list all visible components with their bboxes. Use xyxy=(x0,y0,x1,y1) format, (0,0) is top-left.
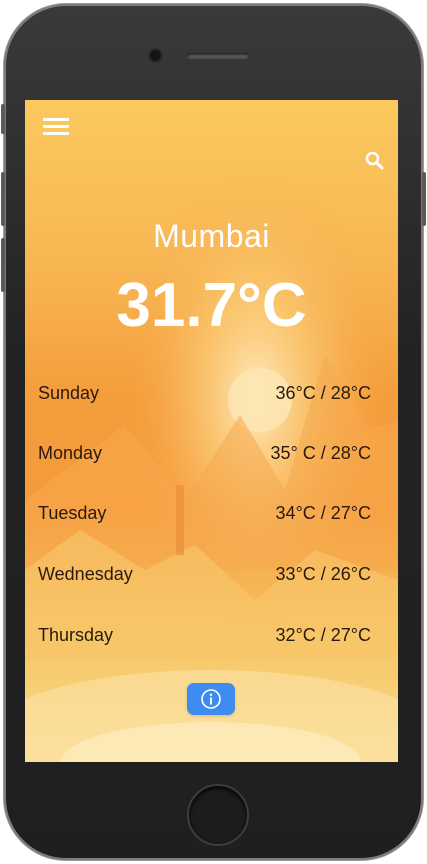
forecast-day: Thursday xyxy=(38,624,114,645)
forecast-row: Monday 35° C / 28°C xyxy=(38,438,371,468)
power-button[interactable] xyxy=(422,172,426,226)
forecast-day: Wednesday xyxy=(38,563,133,584)
forecast-range: 34°C / 27°C xyxy=(275,502,371,523)
forecast-day: Tuesday xyxy=(38,502,107,523)
search-icon[interactable] xyxy=(364,150,386,172)
forecast-range: 36°C / 28°C xyxy=(275,382,371,403)
forecast-range: 32°C / 27°C xyxy=(275,624,371,645)
info-button[interactable] xyxy=(187,683,235,715)
mute-switch[interactable] xyxy=(1,104,5,134)
forecast-range: 35° C / 28°C xyxy=(270,442,371,463)
volume-down-button[interactable] xyxy=(1,238,5,292)
forecast-day: Monday xyxy=(38,442,103,463)
forecast-day: Sunday xyxy=(38,382,100,403)
forecast-row: Wednesday 33°C / 26°C xyxy=(38,559,371,589)
forecast-row: Tuesday 34°C / 27°C xyxy=(38,498,371,528)
current-temperature: 31.7°C xyxy=(116,271,307,340)
home-button[interactable] xyxy=(187,784,249,846)
forecast-range: 33°C / 26°C xyxy=(275,563,371,584)
earpiece-speaker xyxy=(187,53,249,59)
hamburger-menu-icon[interactable] xyxy=(43,118,69,138)
volume-up-button[interactable] xyxy=(1,172,5,226)
info-icon xyxy=(201,689,221,709)
forecast-row: Sunday 36°C / 28°C xyxy=(38,378,371,408)
app-screen: Mumbai 31.7°C Sunday 36°C / 28°C Monday … xyxy=(25,100,398,762)
desert-background-illustration xyxy=(25,100,398,762)
city-name: Mumbai xyxy=(153,218,270,254)
front-camera xyxy=(150,50,161,61)
forecast-row: Thursday 32°C / 27°C xyxy=(38,620,371,650)
